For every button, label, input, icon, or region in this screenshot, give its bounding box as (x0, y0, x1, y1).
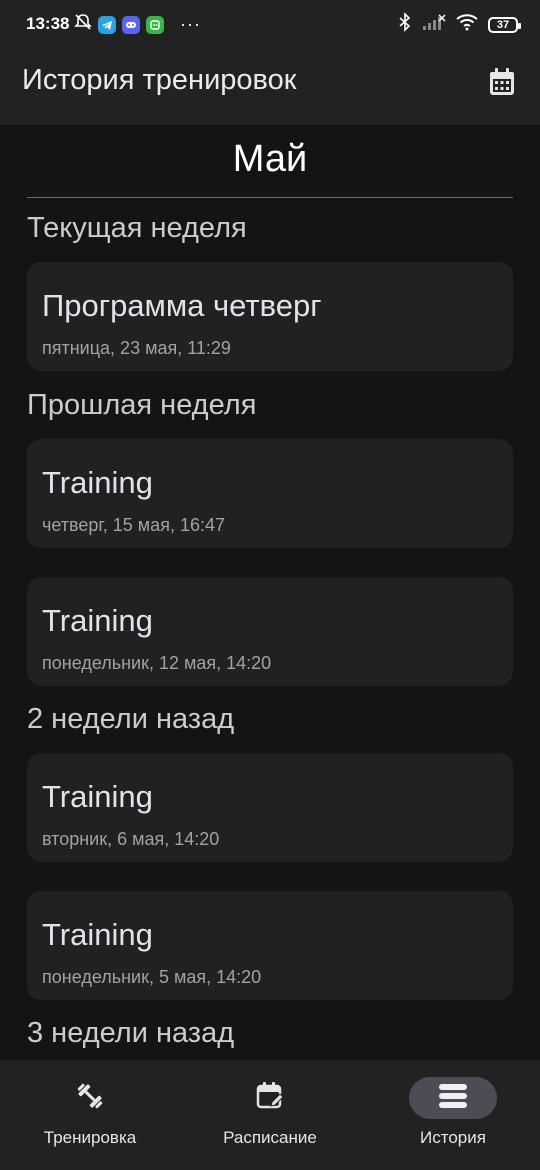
workout-card[interactable]: Training понедельник, 5 мая, 14:20 (27, 891, 513, 1000)
calendar-icon (489, 67, 515, 101)
section-header-3-weeks-ago: 3 недели назад (27, 1017, 235, 1049)
workout-date: понедельник, 12 мая, 14:20 (42, 653, 272, 673)
notification-icons: ··· (74, 13, 201, 36)
nav-item-workout[interactable]: Тренировка (0, 1060, 180, 1170)
section-header-last-week: Прошлая неделя (27, 389, 257, 421)
workout-title: Training (42, 917, 153, 952)
app-notification-icon (146, 15, 164, 34)
dumbbell-icon (75, 1081, 105, 1116)
app-bar: История тренировок (0, 48, 540, 125)
workout-title: Training (42, 465, 153, 500)
nav-label: Расписание (223, 1128, 317, 1147)
nav-label: Тренировка (43, 1128, 137, 1147)
discord-icon (122, 15, 140, 34)
nav-icon-container (226, 1077, 314, 1119)
nav-icon-container-active (409, 1077, 497, 1119)
status-bar: 13:38 ··· 37 (0, 0, 540, 48)
workout-date: пятница, 23 мая, 11:29 (42, 338, 231, 358)
workout-card[interactable]: Training четверг, 15 мая, 16:47 (27, 439, 513, 548)
workout-card[interactable]: Training понедельник, 12 мая, 14:20 (27, 577, 513, 686)
telegram-icon (98, 15, 116, 34)
nav-item-schedule[interactable]: Расписание (180, 1060, 360, 1170)
divider (27, 197, 513, 198)
section-header-current-week: Текущая неделя (27, 212, 247, 244)
nav-label: История (420, 1128, 486, 1147)
wifi-icon (456, 13, 478, 36)
workout-title: Training (42, 779, 153, 814)
bluetooth-icon (398, 12, 412, 37)
workout-date: четверг, 15 мая, 16:47 (42, 515, 225, 535)
workout-card[interactable]: Training вторник, 6 мая, 14:20 (27, 753, 513, 862)
battery-indicator: 37 (488, 16, 521, 33)
calendar-edit-icon (255, 1081, 285, 1116)
calendar-button[interactable] (484, 66, 520, 102)
status-time: 13:38 (26, 14, 70, 33)
mute-bell-icon (74, 13, 92, 36)
more-notifications-icon: ··· (180, 14, 201, 34)
workout-title: Training (42, 603, 153, 638)
bottom-navigation: Тренировка Расписание История (0, 1060, 540, 1170)
month-header: Май (232, 138, 308, 180)
history-list-icon (438, 1083, 468, 1114)
nav-item-history[interactable]: История (363, 1060, 540, 1170)
status-right: 37 (398, 12, 521, 37)
nav-icon-container (46, 1077, 134, 1119)
signal-icon (422, 13, 446, 36)
workout-date: вторник, 6 мая, 14:20 (42, 829, 220, 849)
section-header-2-weeks-ago: 2 недели назад (27, 703, 235, 735)
page-title: История тренировок (22, 64, 297, 96)
workout-date: понедельник, 5 мая, 14:20 (42, 967, 262, 987)
workout-card[interactable]: Программа четверг пятница, 23 мая, 11:29 (27, 262, 513, 371)
workout-title: Программа четверг (42, 288, 322, 323)
